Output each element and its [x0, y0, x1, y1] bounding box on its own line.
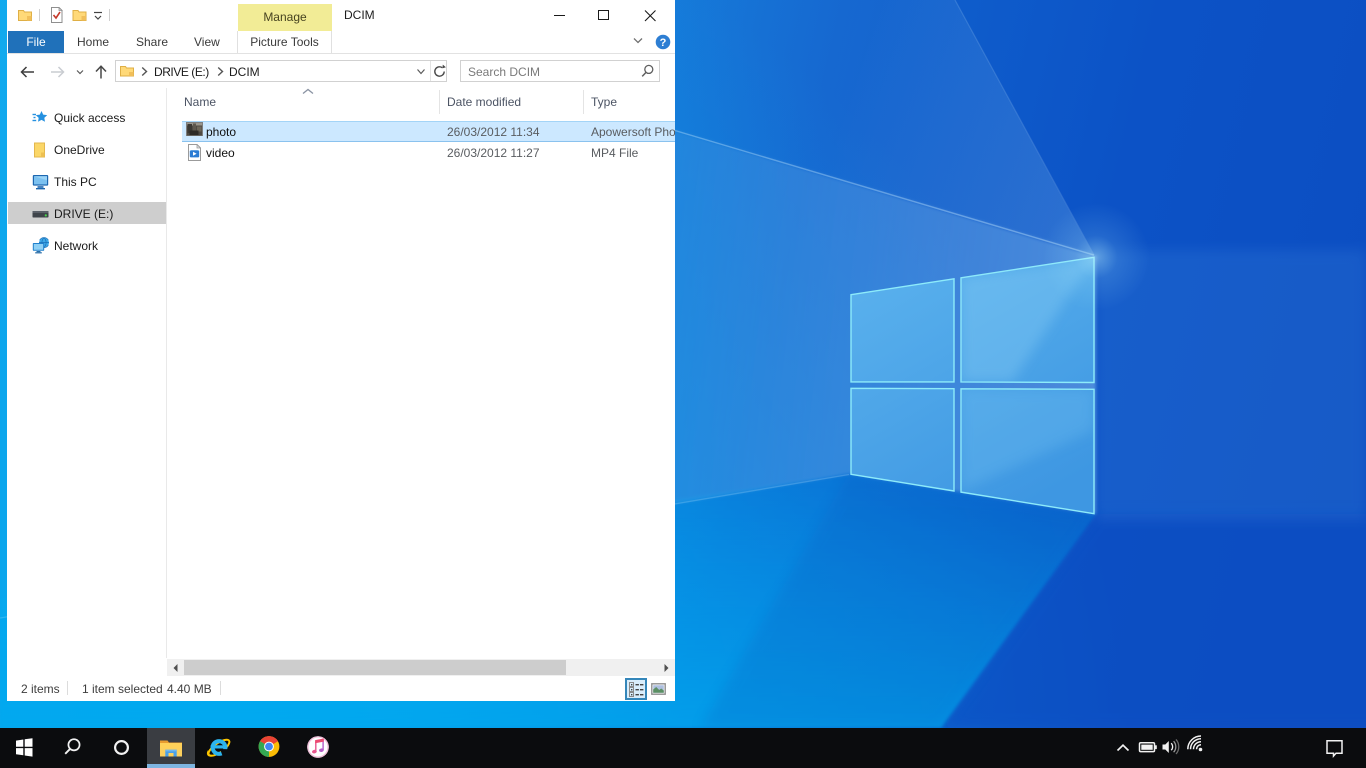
svg-text:?: ?	[660, 37, 667, 49]
